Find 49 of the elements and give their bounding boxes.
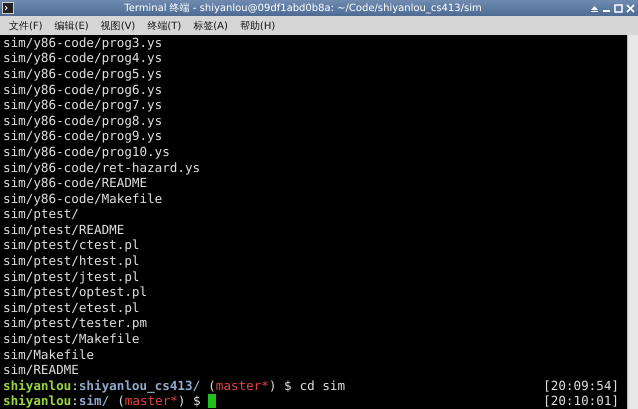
timestamp: [20:10:01]	[543, 393, 619, 409]
output-line: sim/y86-code/prog5.ys	[3, 66, 164, 82]
prompt-symbol: ) $	[268, 378, 292, 394]
output-line: sim/ptest/tester.pm	[3, 315, 148, 332]
timestamp: [20:09:54]	[543, 378, 619, 394]
output-line: sim/y86-code/prog6.ys	[3, 82, 164, 98]
prompt-branch: master*	[124, 393, 178, 409]
prompt-symbol: (	[117, 393, 125, 409]
prompt-symbol: :	[71, 378, 79, 394]
output-line: sim/y86-code/prog7.ys	[3, 97, 164, 113]
output-line: sim/y86-code/prog9.ys	[3, 128, 164, 144]
output-line: sim/ptest/jtest.pl	[3, 268, 140, 284]
prompt-user: shiyanlou	[3, 393, 72, 409]
prompt-symbol: ) $	[178, 393, 201, 409]
output-line: sim/ptest/ctest.pl	[3, 237, 140, 254]
maximize-icon[interactable]	[614, 4, 623, 12]
prompt-symbol: :	[71, 393, 79, 409]
menu-item[interactable]: 视图(V)	[96, 18, 140, 32]
output-line: sim/y86-code/prog4.ys	[3, 50, 164, 66]
output-line: sim/y86-code/ret-hazard.ys	[3, 160, 202, 176]
command-text: cd sim	[300, 378, 346, 394]
menu-item[interactable]: 编辑(E)	[50, 18, 94, 32]
menu-item[interactable]: 帮助(H)	[234, 18, 280, 32]
window-title: Terminal 终端 - shiyanlou@09df1abd0b8a: ~/Code/shiyanlou_cs413/sim	[123, 2, 483, 15]
shade-icon[interactable]	[590, 4, 599, 12]
output-line: sim/ptest/	[3, 206, 80, 222]
close-icon[interactable]	[626, 4, 635, 12]
menu-item[interactable]: 标签(A)	[188, 18, 233, 32]
output-line: sim/y86-code/prog8.ys	[3, 112, 164, 128]
output-line: sim/ptest/etest.pl	[3, 300, 140, 316]
output-line: sim/Makefile	[3, 346, 95, 362]
output-line: sim/ptest/optest.pl	[3, 284, 148, 300]
prompt-path: sim/	[78, 393, 110, 409]
menu-item[interactable]: 文件(F)	[4, 18, 48, 32]
output-line: sim/y86-code/README	[3, 175, 148, 191]
output-line: sim/ptest/htest.pl	[3, 253, 140, 269]
prompt-symbol: (	[208, 378, 216, 394]
output-line: sim/ptest/Makefile	[3, 331, 140, 347]
prompt-branch: master*	[216, 378, 269, 394]
prompt-path: shiyanlou_cs413/	[78, 378, 200, 394]
terminal-icon	[2, 2, 14, 14]
output-line: sim/y86-code/Makefile	[3, 190, 164, 206]
menu-item[interactable]: 终端(T)	[142, 18, 186, 32]
prompt-user: shiyanlou	[3, 378, 72, 394]
scrollbar[interactable]	[627, 35, 638, 409]
output-line: sim/y86-code/prog10.ys	[3, 144, 171, 160]
output-line: sim/README	[3, 362, 80, 378]
output-line: sim/y86-code/prog3.ys	[3, 35, 164, 50]
output-line: sim/ptest/README	[3, 222, 126, 238]
